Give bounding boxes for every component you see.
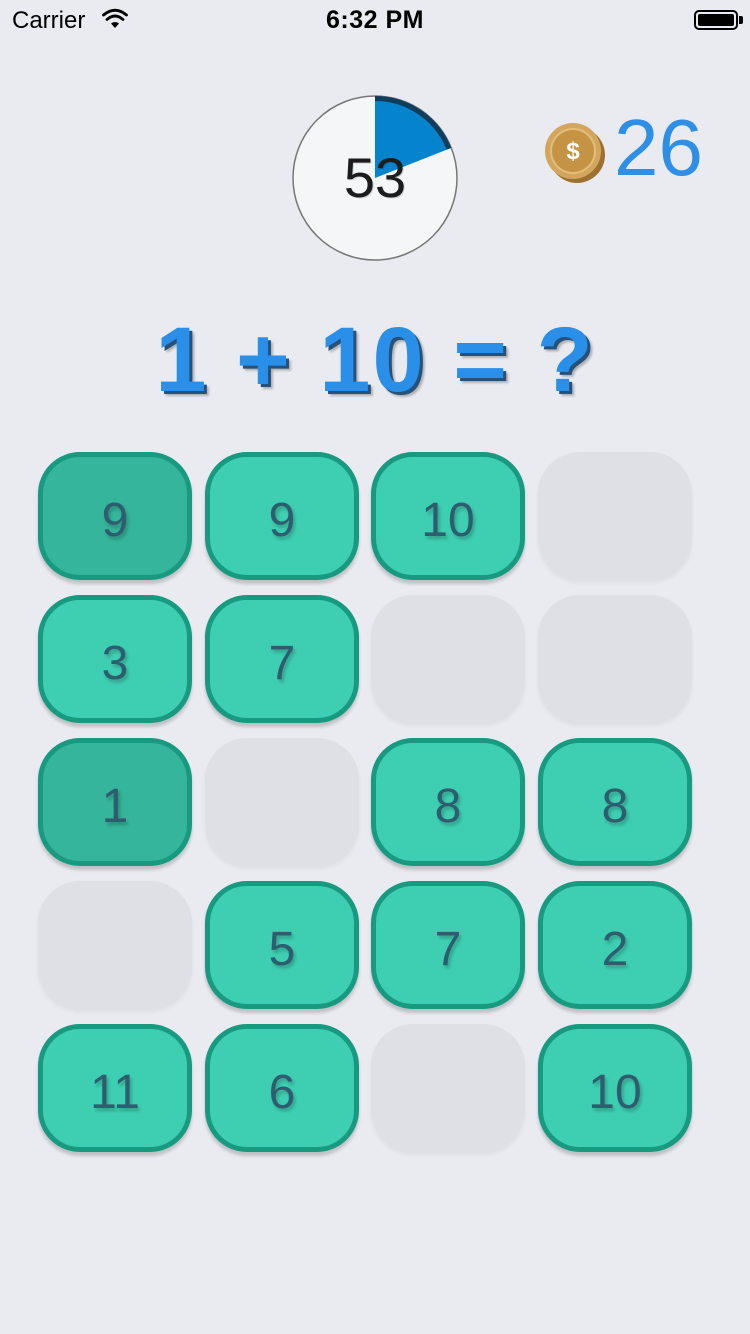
status-bar: Carrier 6:32 PM: [0, 0, 750, 40]
timer-value: 53: [343, 146, 407, 209]
tile-number: 11: [90, 1066, 140, 1119]
battery-level: [698, 14, 734, 26]
empty-tile-slot: [371, 1024, 525, 1152]
battery-icon: [694, 10, 738, 30]
tile-number: 1: [101, 780, 129, 833]
empty-tile-slot: [538, 452, 692, 580]
empty-tile-slot: [371, 595, 525, 723]
number-tile[interactable]: 2: [538, 881, 692, 1009]
number-tile[interactable]: 3: [38, 595, 192, 723]
number-tile[interactable]: 9: [205, 452, 359, 580]
status-time: 6:32 PM: [326, 6, 424, 34]
tile-number: 6: [268, 1066, 296, 1119]
svg-text:$: $: [566, 138, 580, 165]
tile-number: 10: [588, 1066, 642, 1119]
tile-number: 9: [268, 494, 296, 547]
number-tile[interactable]: 5: [205, 881, 359, 1009]
number-tile[interactable]: 6: [205, 1024, 359, 1152]
coin-count: 26: [614, 103, 703, 192]
empty-tile-slot: [538, 595, 692, 723]
number-tile[interactable]: 9: [38, 452, 192, 580]
countdown-timer: 53: [290, 93, 460, 263]
number-tile[interactable]: 1: [38, 738, 192, 866]
number-tile[interactable]: 10: [538, 1024, 692, 1152]
tile-number: 2: [601, 923, 629, 976]
number-tile[interactable]: 8: [538, 738, 692, 866]
number-tile[interactable]: 7: [205, 595, 359, 723]
tile-number: 7: [268, 637, 296, 690]
dollar-coin-icon: $: [545, 123, 605, 183]
number-tile[interactable]: 7: [371, 881, 525, 1009]
tile-number: 3: [101, 637, 129, 690]
empty-tile-slot: [38, 881, 192, 1009]
tile-number: 8: [434, 780, 462, 833]
equation-prompt: 1 + 10 = ?: [155, 309, 595, 411]
tile-number: 5: [268, 923, 296, 976]
tile-number: 7: [434, 923, 462, 976]
number-tile[interactable]: 10: [371, 452, 525, 580]
tile-number: 8: [601, 780, 629, 833]
battery-nub: [739, 16, 743, 24]
empty-tile-slot: [205, 738, 359, 866]
tile-number: 9: [101, 494, 129, 547]
tile-number: 10: [421, 494, 475, 547]
number-tile[interactable]: 11: [38, 1024, 192, 1152]
number-tile[interactable]: 8: [371, 738, 525, 866]
